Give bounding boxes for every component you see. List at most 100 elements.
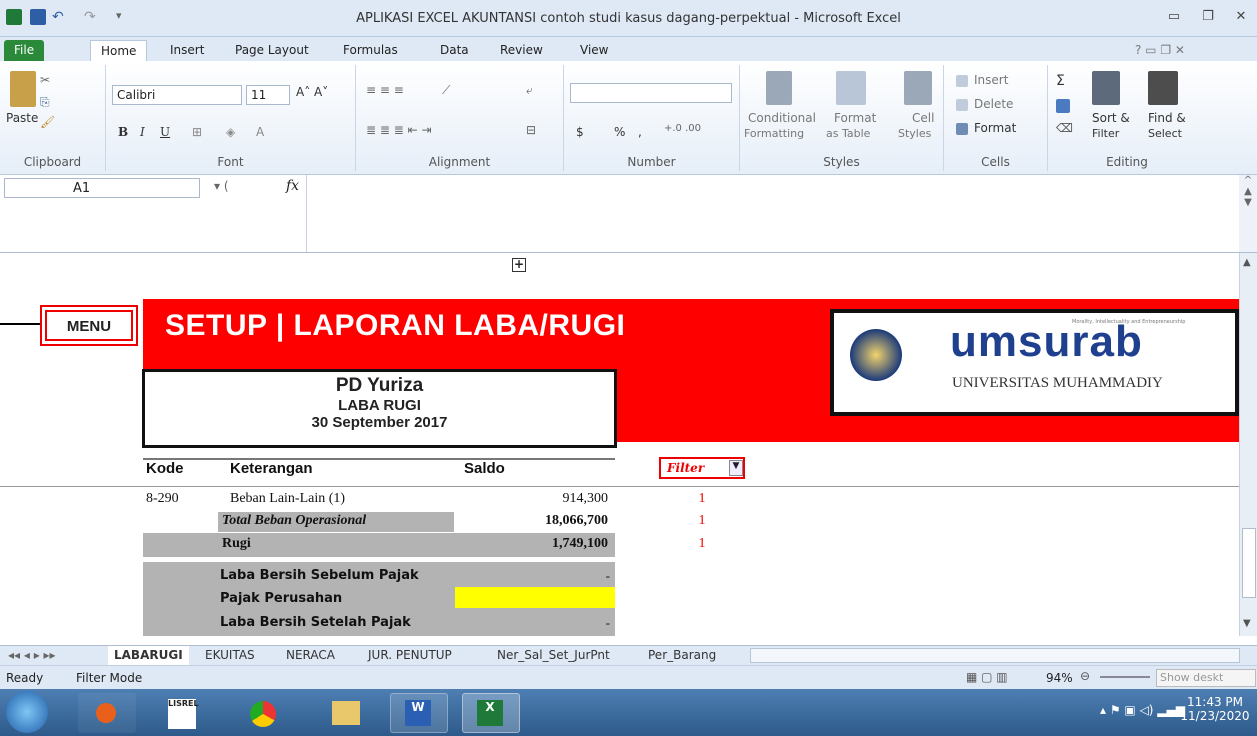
delete-cells-button[interactable]: Delete: [974, 97, 1013, 111]
scroll-down-icon[interactable]: ▼: [1243, 618, 1251, 629]
conditional-formatting-button[interactable]: Conditional: [748, 111, 816, 125]
close-icon[interactable]: ✕: [1230, 9, 1252, 27]
clock-date: 11/23/2020: [1180, 709, 1250, 723]
filter-header[interactable]: Filter ▼: [659, 457, 745, 479]
find-select-icon[interactable]: [1148, 71, 1178, 105]
help-icon[interactable]: ? ▭ ❐ ✕: [1125, 40, 1195, 61]
zoom-slider[interactable]: [1100, 676, 1150, 678]
zoom-out-icon[interactable]: ⊖: [1080, 669, 1090, 683]
bold-icon[interactable]: B: [118, 125, 128, 139]
delete-cells-icon: [956, 99, 968, 111]
sheet-tab-jur-penutup[interactable]: JUR. PENUTUP: [368, 648, 452, 662]
taskbar-chrome[interactable]: [240, 693, 298, 733]
sheet-tab-ner-sal[interactable]: Ner_Sal_Set_JurPnt: [497, 648, 610, 662]
tax-input-cell[interactable]: [455, 587, 615, 608]
align-left-icon[interactable]: ≣ ≣ ≣ ⇤ ⇥: [366, 123, 432, 137]
merge-center-icon[interactable]: ⊟: [526, 123, 536, 137]
conditional-formatting-icon[interactable]: [766, 71, 792, 105]
grow-font-icon[interactable]: A˄ A˅: [296, 85, 328, 99]
borders-icon[interactable]: ⊞: [192, 125, 202, 139]
align-top-icon[interactable]: ≡ ≡ ≡: [366, 83, 404, 97]
clear-icon[interactable]: ⌫: [1056, 121, 1073, 135]
show-desktop-button[interactable]: Show deskt: [1156, 669, 1256, 687]
name-box-dropdown-icon[interactable]: ▾ (: [214, 179, 229, 193]
minimize-icon[interactable]: ▭: [1163, 9, 1185, 27]
autosum-icon[interactable]: Σ: [1056, 73, 1065, 89]
cell-styles-icon[interactable]: [904, 71, 932, 105]
paste-icon[interactable]: [10, 71, 36, 107]
tab-review[interactable]: Review: [490, 40, 553, 61]
cell-styles-button[interactable]: Cell: [912, 111, 934, 125]
paste-button[interactable]: Paste: [6, 111, 38, 125]
orientation-icon[interactable]: ⟋: [442, 83, 450, 98]
view-buttons-icon[interactable]: ▦ ▢ ▥: [966, 670, 1008, 684]
cells-group: Insert Delete Format Cells: [944, 65, 1048, 171]
tray-icons[interactable]: ▴ ⚑ ▣ ◁) ▂▄▆: [1100, 703, 1185, 717]
horizontal-scrollbar[interactable]: [750, 648, 1240, 663]
worksheet[interactable]: + MENU SETUP | LAPORAN LABA/RUGI PD Yuri…: [0, 253, 1239, 636]
taskbar-explorer[interactable]: [320, 693, 378, 733]
report-name: LABA RUGI: [338, 397, 421, 414]
vertical-scrollbar[interactable]: ▲ ▼: [1239, 253, 1257, 636]
font-size-select[interactable]: 11: [246, 85, 290, 105]
sheet-tab-bar: ◂◂ ◂ ▸ ▸▸ LABARUGI EKUITAS NERACA JUR. P…: [0, 645, 1257, 665]
fill-icon[interactable]: [1056, 99, 1070, 113]
find-select-button[interactable]: Find &: [1148, 111, 1186, 125]
scroll-up-icon[interactable]: ▲: [1243, 257, 1251, 268]
tab-formulas[interactable]: Formulas: [333, 40, 408, 61]
taskbar-word[interactable]: W: [390, 693, 448, 733]
styles-group: Conditional Formatting Format as Table C…: [740, 65, 944, 171]
tab-data[interactable]: Data: [430, 40, 479, 61]
menu-button[interactable]: MENU: [40, 305, 138, 346]
expand-group-icon[interactable]: +: [512, 258, 526, 272]
university-seal-icon: [850, 329, 902, 381]
insert-cells-button[interactable]: Insert: [974, 73, 1008, 87]
copy-icon[interactable]: ⎘: [40, 95, 50, 110]
logo-tagline: Morality, Intellectuality and Entreprene…: [1072, 319, 1186, 325]
format-cells-button[interactable]: Format: [974, 121, 1016, 135]
sort-filter-button[interactable]: Sort &: [1092, 111, 1130, 125]
start-button-icon[interactable]: [6, 691, 48, 733]
taskbar-lisrel[interactable]: LISREL: [160, 693, 218, 733]
clock[interactable]: 11:43 PM 11/23/2020: [1180, 695, 1250, 723]
tab-insert[interactable]: Insert: [160, 40, 214, 61]
currency-icon[interactable]: $: [576, 125, 584, 139]
italic-icon[interactable]: I: [140, 125, 145, 139]
comma-icon[interactable]: ,: [638, 125, 642, 139]
sheet-tab-ekuitas[interactable]: EKUITAS: [205, 648, 255, 662]
font-color-icon[interactable]: A: [256, 125, 264, 139]
format-table-icon[interactable]: [836, 71, 866, 105]
sheet-nav-icon[interactable]: ◂◂ ◂ ▸ ▸▸: [8, 648, 56, 662]
word-icon: W: [405, 700, 431, 726]
restore-icon[interactable]: ❐: [1197, 9, 1219, 27]
sort-filter-icon[interactable]: [1092, 71, 1120, 105]
tab-view[interactable]: View: [570, 40, 618, 61]
tab-home[interactable]: Home: [90, 40, 148, 61]
tab-page-layout[interactable]: Page Layout: [225, 40, 319, 61]
sheet-tab-labarugi[interactable]: LABARUGI: [108, 646, 189, 665]
sheet-tab-per-barang[interactable]: Per_Barang: [648, 648, 716, 662]
sheet-tab-neraca[interactable]: NERACA: [286, 648, 335, 662]
scroll-thumb[interactable]: [1242, 528, 1256, 598]
cut-icon[interactable]: ✂: [40, 73, 50, 87]
format-painter-icon[interactable]: 🖌: [40, 115, 55, 129]
filter-dropdown-icon[interactable]: ▼: [729, 460, 743, 476]
name-box[interactable]: A1: [4, 178, 200, 198]
formula-input[interactable]: [306, 175, 1239, 252]
wrap-text-icon[interactable]: ⤶: [526, 83, 533, 98]
font-name-select[interactable]: Calibri: [112, 85, 242, 105]
format-as-table-button[interactable]: Format: [834, 111, 876, 125]
tab-file[interactable]: File: [4, 40, 45, 61]
status-bar: Ready Filter Mode ▦ ▢ ▥ 94% ⊖ Show deskt: [0, 665, 1257, 689]
fill-color-icon[interactable]: ◈: [226, 125, 235, 139]
summary-label-1: Pajak Perusahan: [220, 591, 343, 606]
decimal-icon[interactable]: +.0 .00: [664, 123, 701, 134]
taskbar-excel[interactable]: X: [462, 693, 520, 733]
insert-function-icon[interactable]: fx: [286, 178, 299, 194]
formula-scroll[interactable]: ^ ▲ ▼: [1239, 175, 1257, 252]
number-format-select[interactable]: [570, 83, 732, 103]
taskbar-app-1[interactable]: [78, 693, 136, 733]
underline-icon[interactable]: U: [160, 125, 170, 139]
percent-icon[interactable]: %: [614, 125, 625, 139]
alignment-group: ≡ ≡ ≡ ⟋ ⤶ ≣ ≣ ≣ ⇤ ⇥ ⊟ Alignment: [356, 65, 564, 171]
